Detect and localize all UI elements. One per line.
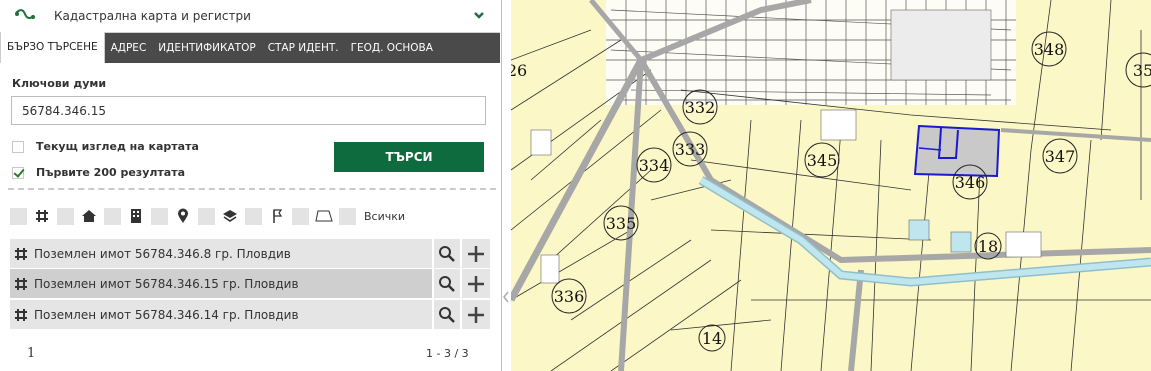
result-row: Поземлен имот 56784.346.15 гр. Пловдив bbox=[10, 269, 490, 298]
result-row: Поземлен имот 56784.346.8 гр. Пловдив bbox=[10, 239, 490, 268]
route-icon bbox=[15, 9, 35, 20]
chevron-down-icon[interactable] bbox=[472, 8, 486, 22]
parcel-number: 26 bbox=[511, 61, 527, 80]
zoom-to-button[interactable] bbox=[434, 239, 461, 268]
result-item[interactable]: Поземлен имот 56784.346.15 гр. Пловдив bbox=[10, 269, 433, 298]
result-label: Поземлен имот 56784.346.14 гр. Пловдив bbox=[34, 307, 299, 322]
water-area bbox=[950, 231, 972, 253]
pager-page-number[interactable]: 1 bbox=[27, 346, 35, 361]
layers-icon bbox=[221, 207, 239, 225]
plus-icon bbox=[468, 275, 485, 292]
add-button[interactable] bbox=[462, 300, 490, 329]
first200-option[interactable]: Първите 200 резултата bbox=[12, 166, 185, 179]
svg-text:348: 348 bbox=[1034, 40, 1065, 59]
result-item[interactable]: Поземлен имот 56784.346.8 гр. Пловдив bbox=[10, 239, 433, 268]
result-item[interactable]: Поземлен имот 56784.346.14 гр. Пловдив bbox=[10, 300, 433, 329]
grid-icon bbox=[33, 207, 51, 225]
collapse-panel-handle[interactable] bbox=[502, 290, 510, 304]
water-area bbox=[908, 219, 930, 241]
result-row: Поземлен имот 56784.346.14 гр. Пловдив bbox=[10, 300, 490, 329]
svg-text:26: 26 bbox=[511, 61, 527, 80]
type-filter-bar: Всички bbox=[10, 206, 405, 226]
current-view-checkbox[interactable] bbox=[12, 140, 24, 153]
keywords-input[interactable] bbox=[11, 96, 486, 125]
svg-text:18: 18 bbox=[978, 237, 998, 256]
pager-result-count: 1 - 3 / 3 bbox=[426, 347, 469, 360]
tab-identifier[interactable]: ИДЕНТИФИКАТОР bbox=[152, 33, 261, 63]
building-icon bbox=[127, 207, 145, 225]
svg-text:335: 335 bbox=[606, 214, 637, 233]
add-button[interactable] bbox=[462, 269, 490, 298]
add-button[interactable] bbox=[462, 239, 490, 268]
filter-checkbox-home[interactable] bbox=[57, 207, 74, 225]
search-icon bbox=[439, 306, 456, 323]
selected-parcel[interactable] bbox=[913, 124, 1001, 178]
svg-text:332: 332 bbox=[685, 98, 716, 117]
zoom-to-button[interactable] bbox=[434, 300, 461, 329]
panel-header[interactable]: Кадастрална карта и регистри bbox=[0, 0, 500, 33]
svg-text:14: 14 bbox=[702, 329, 722, 348]
panel-title: Кадастрална карта и регистри bbox=[54, 9, 251, 23]
svg-text:334: 334 bbox=[639, 156, 670, 175]
parcel-number: 18 bbox=[974, 232, 1002, 260]
first200-label: Първите 200 резултата bbox=[36, 166, 186, 179]
svg-text:347: 347 bbox=[1045, 147, 1076, 166]
search-icon bbox=[439, 275, 456, 292]
svg-text:346: 346 bbox=[955, 173, 986, 192]
parcel-number: 14 bbox=[698, 324, 726, 352]
location-pin-icon bbox=[174, 207, 192, 225]
svg-text:333: 333 bbox=[675, 140, 706, 159]
svg-text:345: 345 bbox=[807, 151, 838, 170]
plus-icon bbox=[468, 245, 485, 262]
first200-checkbox[interactable] bbox=[12, 166, 24, 179]
filter-checkbox-polygon[interactable] bbox=[292, 207, 309, 225]
current-view-label: Текущ изглед на картата bbox=[36, 140, 199, 153]
divider bbox=[8, 188, 496, 190]
svg-text:35: 35 bbox=[1133, 61, 1151, 80]
filter-checkbox-layers[interactable] bbox=[198, 207, 215, 225]
search-tabs: БЪРЗО ТЪРСЕНЕ АДРЕС ИДЕНТИФИКАТОР СТАР И… bbox=[0, 32, 500, 63]
plus-icon bbox=[468, 306, 485, 323]
search-button[interactable]: ТЪРСИ bbox=[334, 142, 484, 172]
filter-checkbox-location[interactable] bbox=[151, 207, 168, 225]
filter-checkbox-flag[interactable] bbox=[245, 207, 262, 225]
search-panel: Кадастрална карта и регистри БЪРЗО ТЪРСЕ… bbox=[0, 0, 502, 371]
urban-block bbox=[606, 0, 1016, 105]
tab-old-identifier[interactable]: СТАР ИДЕНТ. bbox=[262, 33, 345, 63]
zoom-to-button[interactable] bbox=[434, 269, 461, 298]
flag-icon bbox=[268, 207, 286, 225]
result-label: Поземлен имот 56784.346.8 гр. Пловдив bbox=[34, 246, 291, 261]
filter-all-label: Всички bbox=[364, 209, 406, 223]
grid-icon bbox=[15, 247, 27, 260]
polygon-icon bbox=[315, 207, 333, 225]
tab-geodetic-base[interactable]: ГЕОД. ОСНОВА bbox=[345, 33, 439, 63]
grid-icon bbox=[15, 277, 27, 290]
filter-checkbox-building[interactable] bbox=[104, 207, 121, 225]
cadastral-map[interactable]: 26 348 35 332 333 334 345 347 346 335 18… bbox=[511, 0, 1151, 371]
filter-checkbox-grid[interactable] bbox=[10, 207, 27, 225]
svg-text:336: 336 bbox=[554, 287, 585, 306]
search-icon bbox=[439, 245, 456, 262]
tab-quick-search[interactable]: БЪРЗО ТЪРСЕНЕ bbox=[0, 32, 105, 63]
home-icon bbox=[80, 207, 98, 225]
result-label: Поземлен имот 56784.346.15 гр. Пловдив bbox=[34, 276, 299, 291]
filter-checkbox-all[interactable] bbox=[339, 207, 356, 225]
keywords-label: Ключови думи bbox=[12, 77, 107, 90]
current-view-option[interactable]: Текущ изглед на картата bbox=[12, 140, 199, 153]
tab-address[interactable]: АДРЕС bbox=[105, 33, 153, 63]
grid-icon bbox=[15, 308, 27, 321]
map-canvas[interactable]: 26 348 35 332 333 334 345 347 346 335 18… bbox=[511, 0, 1151, 371]
